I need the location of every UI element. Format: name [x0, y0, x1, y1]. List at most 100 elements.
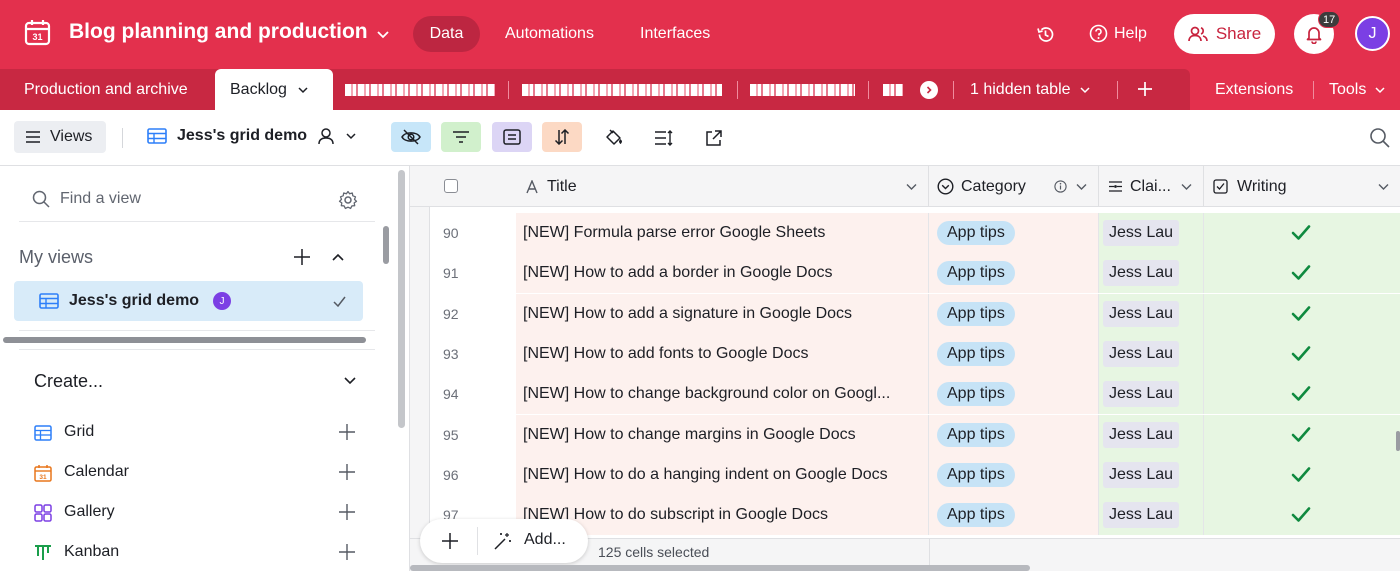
category-cell[interactable]: App tips — [929, 333, 1099, 374]
redacted-tab[interactable] — [522, 84, 722, 96]
share-view-button[interactable] — [703, 127, 725, 149]
table-row[interactable]: 90 [NEW] Formula parse error Google Sheet… — [430, 213, 1400, 253]
title-cell[interactable]: [NEW] Formula parse error Google Sheets — [516, 213, 929, 253]
title-cell[interactable]: [NEW] How to add fonts to Google Docs — [516, 333, 929, 374]
plus-icon[interactable] — [339, 504, 355, 520]
tab-backlog[interactable]: Backlog — [215, 69, 333, 110]
sidebar-scrollbar[interactable] — [398, 170, 405, 428]
claimed-cell[interactable]: Jess Lau — [1099, 374, 1204, 415]
chevron-up-icon[interactable] — [331, 251, 345, 265]
chevron-down-icon[interactable] — [1075, 180, 1088, 193]
calendar-base-icon[interactable]: 31 — [24, 19, 51, 46]
hidden-tables-dropdown[interactable]: 1 hidden table — [970, 81, 1091, 99]
plus-icon[interactable] — [339, 424, 355, 440]
claimed-cell[interactable]: Jess Lau — [1099, 454, 1204, 495]
claimed-cell[interactable]: Jess Lau — [1099, 333, 1204, 374]
chevron-down-icon[interactable] — [1180, 180, 1193, 193]
plus-icon[interactable] — [339, 544, 355, 560]
writing-cell[interactable] — [1204, 253, 1400, 294]
category-cell[interactable]: App tips — [929, 213, 1099, 253]
search-icon[interactable] — [1369, 127, 1391, 149]
category-cell[interactable]: App tips — [929, 454, 1099, 495]
table-row[interactable]: 93 [NEW] How to add fonts to Google Docs A… — [430, 333, 1400, 374]
nav-data[interactable]: Data — [413, 16, 480, 52]
writing-cell[interactable] — [1204, 414, 1400, 455]
sort-button[interactable] — [542, 122, 582, 152]
redacted-tab[interactable] — [883, 84, 903, 96]
user-avatar[interactable]: J — [1355, 16, 1390, 51]
category-cell[interactable]: App tips — [929, 495, 1099, 536]
create-gallery-view[interactable]: Gallery — [34, 501, 364, 525]
writing-cell[interactable] — [1204, 333, 1400, 374]
more-tables-icon[interactable] — [920, 81, 938, 99]
horizontal-scrollbar[interactable] — [3, 337, 366, 343]
plus-icon[interactable] — [339, 464, 355, 480]
writing-cell[interactable] — [1204, 454, 1400, 495]
help-button[interactable]: Help — [1089, 24, 1147, 43]
claimed-cell[interactable]: Jess Lau — [1099, 293, 1204, 334]
extensions-button[interactable]: Extensions — [1215, 81, 1293, 99]
redacted-tab[interactable] — [345, 84, 495, 96]
header-writing[interactable]: Writing — [1204, 166, 1400, 207]
category-cell[interactable]: App tips — [929, 374, 1099, 415]
views-toggle-button[interactable]: Views — [14, 121, 106, 153]
add-table-icon[interactable] — [1136, 79, 1154, 99]
create-kanban-view[interactable]: Kanban — [34, 541, 364, 565]
chevron-down-icon[interactable] — [905, 180, 918, 193]
table-row[interactable]: 91 [NEW] How to add a border in Google Do… — [430, 253, 1400, 294]
title-cell[interactable]: [NEW] How to add a signature in Google D… — [516, 293, 929, 334]
title-cell[interactable]: [NEW] How to do a hanging indent on Goog… — [516, 454, 929, 495]
table-row[interactable]: 94 [NEW] How to change background color o… — [430, 374, 1400, 415]
select-all-checkbox[interactable] — [444, 179, 458, 193]
view-item-jess-grid-demo[interactable]: Jess's grid demo J — [14, 281, 363, 321]
hide-fields-button[interactable] — [391, 122, 431, 152]
writing-cell[interactable] — [1204, 213, 1400, 253]
find-view-input[interactable]: Find a view — [32, 190, 141, 208]
add-record-label[interactable]: Add... — [524, 531, 566, 549]
header-claimed[interactable]: Clai... — [1099, 166, 1204, 207]
share-button[interactable]: Share — [1174, 14, 1275, 54]
table-row[interactable]: 95 [NEW] How to change margins in Google … — [430, 414, 1400, 455]
writing-cell[interactable] — [1204, 495, 1400, 536]
category-cell[interactable]: App tips — [929, 414, 1099, 455]
view-list-scrollbar[interactable] — [383, 226, 389, 264]
category-cell[interactable]: App tips — [929, 253, 1099, 294]
header-title[interactable]: Title — [516, 166, 929, 207]
chevron-down-icon[interactable] — [376, 27, 390, 41]
create-calendar-view[interactable]: 31 Calendar — [34, 461, 364, 485]
create-grid-view[interactable]: Grid — [34, 421, 364, 445]
category-cell[interactable]: App tips — [929, 293, 1099, 334]
current-view-selector[interactable]: Jess's grid demo — [147, 127, 357, 145]
filter-button[interactable] — [441, 122, 481, 152]
table-row[interactable]: 96 [NEW] How to do a hanging indent on Go… — [430, 454, 1400, 495]
title-cell[interactable]: [NEW] How to change margins in Google Do… — [516, 414, 929, 455]
title-cell[interactable]: [NEW] How to change background color on … — [516, 374, 929, 415]
writing-cell[interactable] — [1204, 293, 1400, 334]
history-icon[interactable] — [1036, 25, 1055, 44]
claimed-cell[interactable]: Jess Lau — [1099, 253, 1204, 294]
row-height-button[interactable] — [653, 127, 675, 149]
redacted-tab[interactable] — [750, 84, 855, 96]
group-button[interactable] — [492, 122, 532, 152]
claimed-cell[interactable]: Jess Lau — [1099, 414, 1204, 455]
nav-automations[interactable]: Automations — [505, 25, 594, 43]
base-name[interactable]: Blog planning and production — [69, 20, 368, 44]
chevron-down-icon[interactable] — [343, 373, 357, 387]
info-icon[interactable] — [1054, 180, 1067, 193]
chevron-down-icon[interactable] — [297, 84, 309, 96]
writing-cell[interactable] — [1204, 374, 1400, 415]
vertical-scrollbar[interactable] — [1396, 431, 1400, 451]
select-all-cell[interactable] — [410, 166, 516, 207]
claimed-cell[interactable]: Jess Lau — [1099, 495, 1204, 536]
tools-button[interactable]: Tools — [1329, 81, 1386, 99]
plus-icon[interactable] — [441, 532, 459, 550]
tab-production-and-archive[interactable]: Production and archive — [24, 81, 188, 99]
plus-icon[interactable] — [293, 248, 311, 266]
title-cell[interactable]: [NEW] How to add a border in Google Docs — [516, 253, 929, 294]
horizontal-scrollbar[interactable] — [410, 565, 1030, 571]
nav-interfaces[interactable]: Interfaces — [640, 25, 710, 43]
table-row[interactable]: 92 [NEW] How to add a signature in Google… — [430, 293, 1400, 334]
chevron-down-icon[interactable] — [1377, 180, 1390, 193]
gear-icon[interactable] — [338, 190, 358, 210]
create-heading[interactable]: Create... — [34, 371, 103, 392]
